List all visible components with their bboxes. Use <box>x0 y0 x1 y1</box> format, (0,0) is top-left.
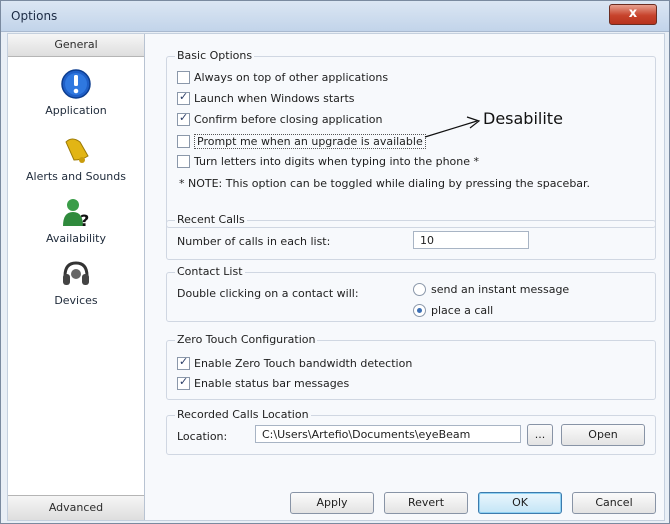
group-title: Recorded Calls Location <box>175 408 311 421</box>
option-confirm-close[interactable]: Confirm before closing application <box>177 111 383 126</box>
user-question-icon: ? <box>63 199 89 228</box>
recorded-calls-group: Recorded Calls Location Location: C:\Use… <box>166 408 656 455</box>
sidebar-item-alerts-and-sounds[interactable]: Alerts and Sounds <box>8 134 144 183</box>
option-always-on-top[interactable]: Always on top of other applications <box>177 71 388 84</box>
sidebar-group-advanced[interactable]: Advanced <box>8 495 144 520</box>
checkbox[interactable] <box>177 155 190 168</box>
option-prompt-upgrade[interactable]: Prompt me when an upgrade is available <box>177 134 426 149</box>
option-launch-on-startup[interactable]: Launch when Windows starts <box>177 90 355 105</box>
checkbox[interactable] <box>177 71 190 84</box>
option-label: Always on top of other applications <box>194 71 389 84</box>
radio-button[interactable] <box>413 304 426 317</box>
sidebar-item-availability[interactable]: ? Availability <box>8 196 144 245</box>
options-window: Options x General Application Alerts and… <box>0 0 670 524</box>
option-label: Launch when Windows starts <box>194 92 355 105</box>
sidebar-item-label: Alerts and Sounds <box>26 170 126 183</box>
radio-label: send an instant message <box>431 283 570 296</box>
basic-options-note: * NOTE: This option can be toggled while… <box>179 177 591 190</box>
sidebar-item-label: Availability <box>46 232 106 245</box>
checkbox[interactable] <box>177 355 190 370</box>
radio-place-call[interactable]: place a call <box>413 304 493 317</box>
group-title: Basic Options <box>175 49 255 62</box>
radio-button[interactable] <box>413 283 426 296</box>
basic-options-group: Basic Options Always on top of other app… <box>166 49 656 228</box>
contact-list-label: Double clicking on a contact will: <box>177 287 359 300</box>
info-icon <box>61 69 91 99</box>
sidebar-group-general[interactable]: General <box>8 34 144 57</box>
option-label: Confirm before closing application <box>194 113 383 126</box>
dialog-body: General Application Alerts and Sounds ? … <box>7 33 665 521</box>
zero-touch-group: Zero Touch Configuration Enable Zero Tou… <box>166 333 656 400</box>
checkbox[interactable] <box>177 375 190 390</box>
annotation-text: Desabilite <box>483 109 563 128</box>
category-sidebar: General Application Alerts and Sounds ? … <box>8 34 145 520</box>
option-label: Prompt me when an upgrade is available <box>194 134 426 149</box>
contact-list-group: Contact List Double clicking on a contac… <box>166 265 656 322</box>
recent-calls-label: Number of calls in each list: <box>177 235 331 248</box>
group-title: Zero Touch Configuration <box>175 333 318 346</box>
location-label: Location: <box>177 430 228 443</box>
group-title: Recent Calls <box>175 213 247 226</box>
close-button[interactable]: x <box>609 4 657 25</box>
sidebar-item-label: Devices <box>54 294 98 307</box>
option-label: Enable status bar messages <box>194 377 350 390</box>
checkbox[interactable] <box>177 135 190 148</box>
radio-label: place a call <box>431 304 494 317</box>
title-bar[interactable]: Options x <box>1 1 669 32</box>
option-label: Enable Zero Touch bandwidth detection <box>194 357 413 370</box>
close-icon: x <box>628 6 638 21</box>
svg-text:?: ? <box>80 211 89 228</box>
sidebar-item-devices[interactable]: Devices <box>8 258 144 307</box>
sidebar-item-label: Application <box>45 104 107 117</box>
group-title: Contact List <box>175 265 245 278</box>
window-title: Options <box>11 9 58 23</box>
annotation-arrow <box>424 116 481 138</box>
checkbox[interactable] <box>177 90 190 105</box>
option-letters-to-digits[interactable]: Turn letters into digits when typing int… <box>177 155 479 168</box>
ok-button[interactable]: OK <box>478 492 562 514</box>
bell-icon <box>65 138 89 163</box>
headset-icon <box>63 261 89 285</box>
checkbox[interactable] <box>177 111 190 126</box>
location-input[interactable]: C:\Users\Artefio\Documents\eyeBeam <box>255 425 521 443</box>
apply-button[interactable]: Apply <box>290 492 374 514</box>
recent-calls-group: Recent Calls Number of calls in each lis… <box>166 213 656 260</box>
option-label: Turn letters into digits when typing int… <box>194 155 480 168</box>
option-status-bar-messages[interactable]: Enable status bar messages <box>177 375 350 390</box>
calls-count-input[interactable]: 10 <box>413 231 529 249</box>
cancel-button[interactable]: Cancel <box>572 492 656 514</box>
browse-button[interactable]: ... <box>527 424 553 446</box>
option-zero-touch-bandwidth[interactable]: Enable Zero Touch bandwidth detection <box>177 355 413 370</box>
revert-button[interactable]: Revert <box>384 492 468 514</box>
sidebar-item-application[interactable]: Application <box>8 68 144 117</box>
open-button[interactable]: Open <box>561 424 645 446</box>
radio-send-message[interactable]: send an instant message <box>413 283 569 296</box>
